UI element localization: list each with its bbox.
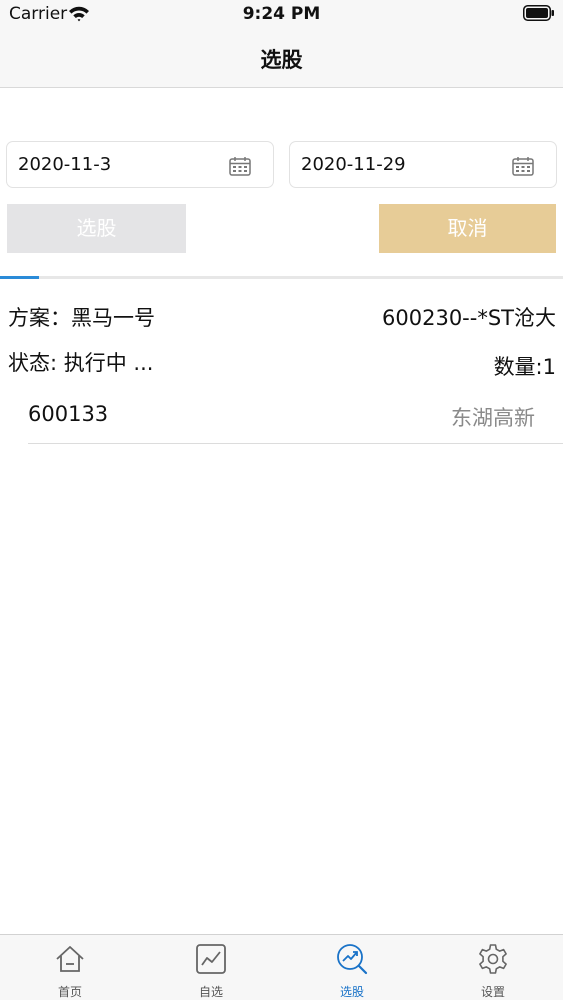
end-date-value: 2020-11-29 [301, 154, 406, 175]
start-date-value: 2020-11-3 [18, 154, 112, 175]
tab-bar: 首页 自选 选股 设置 [0, 934, 563, 1000]
current-stock-label: 600230--*ST沧大 [382, 306, 556, 330]
page-title: 选股 [260, 48, 303, 72]
calendar-icon[interactable] [512, 156, 534, 180]
battery-icon [523, 5, 555, 25]
status-bar: Carrier 9:24 PM [0, 0, 563, 30]
tab-watchlist[interactable]: 自选 [141, 935, 281, 1000]
tab-watchlist-label: 自选 [198, 985, 223, 999]
stock-code: 600133 [28, 402, 109, 426]
tab-stock-pick[interactable]: 选股 [282, 935, 422, 1000]
end-date-field[interactable]: 2020-11-29 [289, 141, 557, 188]
tab-stock-pick-label: 选股 [339, 985, 364, 999]
tab-home-label: 首页 [57, 985, 82, 999]
count-label: 数量:1 [493, 355, 556, 379]
progress-fill [0, 276, 40, 279]
clock: 9:24 PM [242, 4, 321, 24]
nav-bar: 选股 [0, 30, 563, 88]
progress-bar [0, 276, 563, 279]
list-item[interactable]: 600133 东湖高新 [28, 390, 563, 444]
status-label: 状态: 执行中 ... [8, 351, 154, 375]
tab-settings-label: 设置 [480, 985, 505, 999]
calendar-icon[interactable] [229, 156, 251, 180]
tab-settings[interactable]: 设置 [423, 935, 563, 1000]
plan-label: 方案：黑马一号 [8, 306, 155, 330]
select-stock-button[interactable]: 选股 [7, 204, 186, 253]
stock-name: 东湖高新 [451, 406, 535, 430]
cancel-button[interactable]: 取消 [379, 204, 556, 253]
tab-home[interactable]: 首页 [0, 935, 140, 1000]
start-date-field[interactable]: 2020-11-3 [6, 141, 274, 188]
